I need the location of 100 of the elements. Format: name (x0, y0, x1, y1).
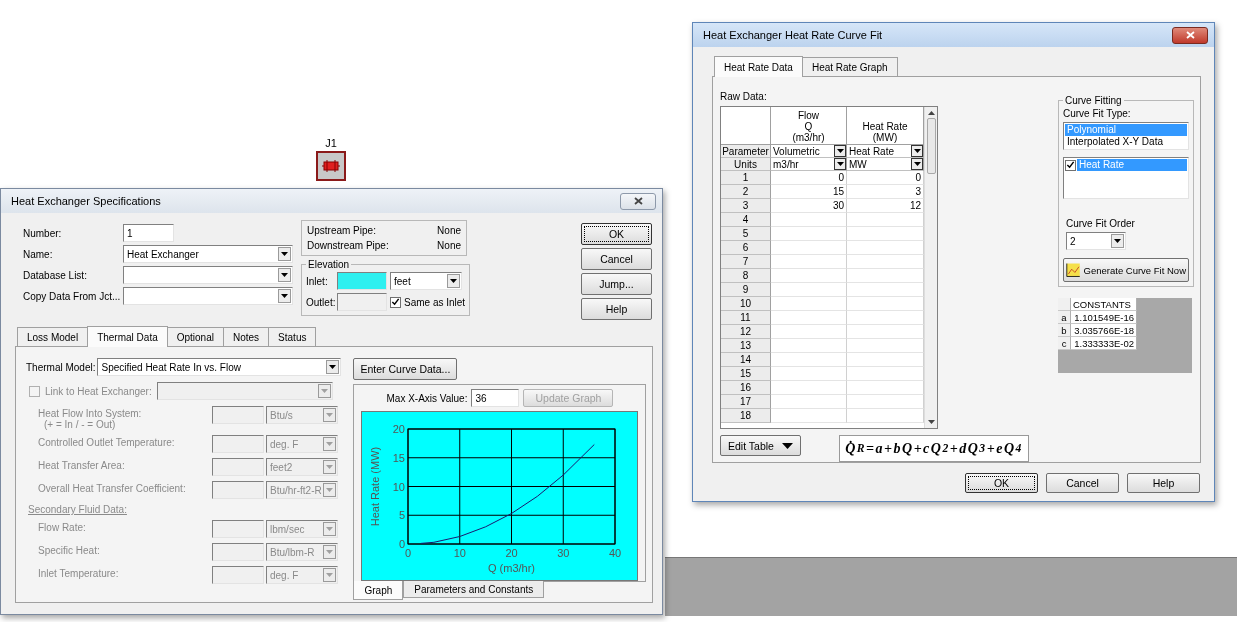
dialog-button[interactable]: Jump... (581, 273, 652, 295)
input-field[interactable]: 36 (471, 389, 520, 407)
table-cell[interactable] (771, 395, 847, 409)
caret-icon (326, 550, 333, 554)
axis-title: Heat Rate (MW) (369, 446, 382, 527)
caret-icon (326, 573, 333, 577)
table-cell[interactable] (771, 409, 847, 423)
corner-cell (1058, 298, 1071, 311)
tab[interactable]: Status (268, 327, 317, 346)
field-label: Controlled Outlet Temperature: (38, 437, 176, 448)
caret-icon (326, 442, 333, 446)
table-cell[interactable] (771, 353, 847, 367)
tab[interactable]: Parameters and Constants (403, 581, 545, 598)
table-cell[interactable]: 0 (771, 171, 847, 185)
axis-tick-label: 40 (609, 547, 622, 559)
enter-curve-data-button[interactable]: Enter Curve Data... (353, 358, 458, 380)
axis-tick-label: 20 (393, 423, 406, 435)
dropdown-field[interactable] (123, 266, 293, 284)
dialog-button[interactable]: Help (581, 298, 652, 320)
tab[interactable]: Thermal Data (87, 326, 168, 347)
dropdown-field[interactable] (123, 287, 293, 305)
table-cell[interactable] (771, 255, 847, 269)
edit-table-button[interactable]: Edit Table (720, 435, 801, 456)
dialog-button[interactable]: Help (1127, 473, 1200, 493)
caret-icon (281, 252, 288, 256)
axis-tick-label: 10 (393, 480, 406, 493)
table-dropdown[interactable]: Heat Rate (847, 145, 924, 158)
table-cell[interactable] (771, 311, 847, 325)
row-header: Units (721, 158, 771, 171)
dialog-button[interactable]: OK (965, 473, 1038, 493)
field-label: Thermal Model: (26, 361, 96, 373)
caret-icon (836, 149, 844, 153)
info-value: None (437, 225, 461, 236)
row-number: 15 (721, 367, 771, 381)
table-cell[interactable] (771, 269, 847, 283)
list-item[interactable]: Interpolated X-Y Data (1065, 136, 1187, 148)
input-field[interactable] (212, 481, 264, 499)
table-cell[interactable] (771, 381, 847, 395)
row-number: 17 (721, 395, 771, 409)
tab[interactable]: Graph (353, 581, 404, 600)
table-cell[interactable] (771, 297, 847, 311)
input-field[interactable] (337, 293, 387, 311)
axis-tick-label: 10 (454, 547, 467, 559)
caret-icon (836, 162, 844, 166)
field-label: Copy Data From Jct... (23, 290, 122, 302)
input-field[interactable] (212, 458, 264, 476)
row-number: 10 (721, 297, 771, 311)
table-dropdown[interactable]: MW (847, 158, 924, 171)
table-cell[interactable] (771, 367, 847, 381)
field-label: Curve Fit Type: (1063, 108, 1132, 119)
dialog-button[interactable]: Cancel (1046, 473, 1119, 493)
checkbox-label: Same as Inlet (404, 296, 466, 308)
table-cell[interactable] (771, 339, 847, 353)
dropdown-field[interactable] (156, 382, 333, 400)
dropdown-field[interactable]: 2 (1066, 232, 1126, 250)
close-button[interactable] (620, 192, 656, 210)
tab[interactable]: Heat Rate Graph (801, 57, 898, 76)
window-title: Heat Exchanger Heat Rate Curve Fit (703, 29, 883, 41)
input-field[interactable] (212, 435, 264, 453)
tab[interactable]: Loss Model (17, 327, 89, 346)
group-legend: Curve Fitting (1063, 95, 1124, 106)
input-field[interactable] (212, 543, 264, 561)
scroll-up-icon[interactable] (927, 111, 935, 115)
tab[interactable]: Heat Rate Data (714, 56, 803, 77)
caret-icon (781, 442, 793, 449)
checkbox[interactable] (390, 296, 401, 308)
axis-tick-label: 30 (557, 547, 570, 559)
table-dropdown[interactable]: Volumetric (771, 145, 847, 158)
table-cell[interactable] (771, 325, 847, 339)
dialog-button[interactable]: OK (581, 223, 652, 245)
dropdown-field[interactable]: Specified Heat Rate In vs. Flow (97, 358, 342, 376)
caret-icon (326, 413, 333, 417)
table-cell[interactable]: 30 (771, 199, 847, 213)
table-cell[interactable]: 15 (771, 185, 847, 199)
table-cell[interactable] (771, 283, 847, 297)
checkbox[interactable] (1065, 159, 1076, 171)
table-cell[interactable] (771, 213, 847, 227)
scrollbar-thumb[interactable] (926, 118, 936, 174)
input-field[interactable] (337, 272, 387, 290)
input-field[interactable] (212, 520, 264, 538)
scrollbar[interactable] (924, 107, 937, 428)
generate-curve-fit-button[interactable]: Generate Curve Fit Now (1063, 258, 1189, 282)
input-field[interactable] (212, 406, 264, 424)
dropdown-field[interactable]: Heat Exchanger (123, 245, 293, 263)
input-field[interactable]: 1 (123, 224, 174, 242)
input-field[interactable] (212, 566, 264, 584)
field-label: Outlet: (306, 296, 334, 308)
dialog-button[interactable]: Cancel (581, 248, 652, 270)
row-header: Parameter (721, 145, 771, 158)
table-cell[interactable] (771, 241, 847, 255)
tab[interactable]: Optional (166, 327, 224, 346)
table-dropdown[interactable]: m3/hr (771, 158, 847, 171)
table-cell[interactable] (771, 227, 847, 241)
heat-exchanger-icon[interactable] (316, 151, 346, 181)
scroll-down-icon[interactable] (927, 420, 935, 424)
row-header: a (1058, 311, 1071, 324)
caret-icon (329, 365, 337, 369)
row-number: 6 (721, 241, 771, 255)
close-button[interactable] (1172, 26, 1208, 44)
units-dropdown[interactable]: feet (390, 272, 462, 290)
